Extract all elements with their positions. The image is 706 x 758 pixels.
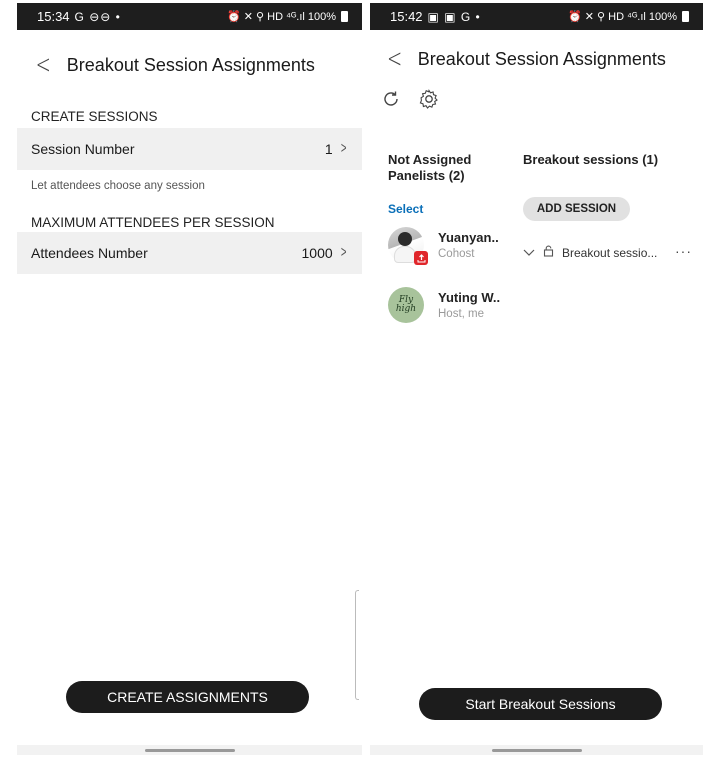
panelist-info: Yuting W.. Host, me [438,290,500,320]
max-attendees-label: MAXIMUM ATTENDEES PER SESSION [17,212,362,232]
left-phone-screen: 15:34 G ⊖⊖ • ⏰ ✕ ⚲ HD ⁴ᴳ.ıl 100% < Break… [17,3,362,755]
status-bar: 15:42 ▣ ▣ G • ⏰ ✕ ⚲ HD ⁴ᴳ.ıl 100% [370,3,703,30]
attendees-number-value: 1000 [301,245,333,261]
chevron-right-icon: > [340,244,347,261]
chevron-right-icon: > [340,140,347,157]
home-indicator [370,745,703,755]
session-name: Breakout sessio... [562,245,658,260]
edge-scroll-handle[interactable] [355,590,359,700]
status-time: 15:34 [37,9,70,24]
status-time: 15:42 [390,9,423,24]
session-hint: Let attendees choose any session [17,170,362,212]
battery-level: 100% [648,10,677,23]
refresh-icon[interactable] [380,88,402,110]
share-badge-icon [414,251,428,265]
status-indicator-icons: ⏰ ✕ ⚲ HD ⁴ᴳ.ıl [227,11,305,23]
back-arrow-icon[interactable]: < [377,46,410,72]
avatar [388,227,428,265]
add-session-button[interactable]: ADD SESSION [523,197,630,221]
attendees-number-row[interactable]: Attendees Number 1000 > [17,232,362,274]
home-handle[interactable] [491,749,582,752]
header: < Breakout Session Assignments [370,30,703,88]
toolbar [380,88,440,110]
start-breakout-sessions-button[interactable]: Start Breakout Sessions [419,688,662,720]
page-title: Breakout Session Assignments [66,54,315,75]
status-left-icons: ▣ ▣ G • [427,9,481,24]
panelist-item[interactable]: Fly high Yuting W.. Host, me [388,287,500,323]
chevron-down-icon[interactable] [523,246,535,260]
status-right-icons: ⏰ ✕ ⚲ HD ⁴ᴳ.ıl 100% [568,10,689,23]
more-options-icon[interactable]: ··· [675,243,692,259]
panelist-item[interactable]: Yuanyan.. Cohost [388,227,499,265]
status-right-icons: ⏰ ✕ ⚲ HD ⁴ᴳ.ıl 100% [227,10,348,23]
panelist-role: Host, me [438,308,485,320]
back-arrow-icon[interactable]: < [24,52,59,78]
battery-level: 100% [307,10,336,23]
panelist-role: Cohost [438,248,475,260]
lock-icon [543,245,554,260]
session-item[interactable]: Breakout sessio... [523,245,657,260]
not-assigned-heading: Not Assigned Panelists (2) [388,152,472,183]
attendees-number-label: Attendees Number [31,245,148,261]
session-number-value: 1 [324,141,333,157]
create-assignments-button[interactable]: CREATE ASSIGNMENTS [66,681,309,713]
select-link[interactable]: Select [388,202,423,216]
panelist-name: Yuting W.. [438,290,501,305]
panelist-info: Yuanyan.. Cohost [438,230,499,260]
status-indicator-icons: ⏰ ✕ ⚲ HD ⁴ᴳ.ıl [568,11,646,23]
battery-icon [341,11,348,22]
avatar-text: Fly high [395,295,417,314]
settings-content: CREATE SESSIONS Session Number 1 > Let a… [17,100,362,755]
gear-icon[interactable] [418,88,440,110]
home-indicator [17,745,362,755]
header: < Breakout Session Assignments [17,30,362,100]
status-bar: 15:34 G ⊖⊖ • ⏰ ✕ ⚲ HD ⁴ᴳ.ıl 100% [17,3,362,30]
battery-icon [682,11,689,22]
session-number-label: Session Number [31,141,135,157]
session-number-row[interactable]: Session Number 1 > [17,128,362,170]
session-number-value-group: 1 > [325,140,348,158]
page-title: Breakout Session Assignments [417,48,666,69]
create-sessions-label: CREATE SESSIONS [17,100,362,128]
attendees-number-value-group: 1000 > [302,244,349,262]
home-handle[interactable] [144,749,235,752]
avatar: Fly high [388,287,424,323]
status-left-icons: G ⊖⊖ • [74,9,121,24]
breakout-sessions-heading: Breakout sessions (1) [523,152,659,167]
panelist-name: Yuanyan.. [438,230,499,245]
right-phone-screen: 15:42 ▣ ▣ G • ⏰ ✕ ⚲ HD ⁴ᴳ.ıl 100% < Brea… [370,3,703,755]
